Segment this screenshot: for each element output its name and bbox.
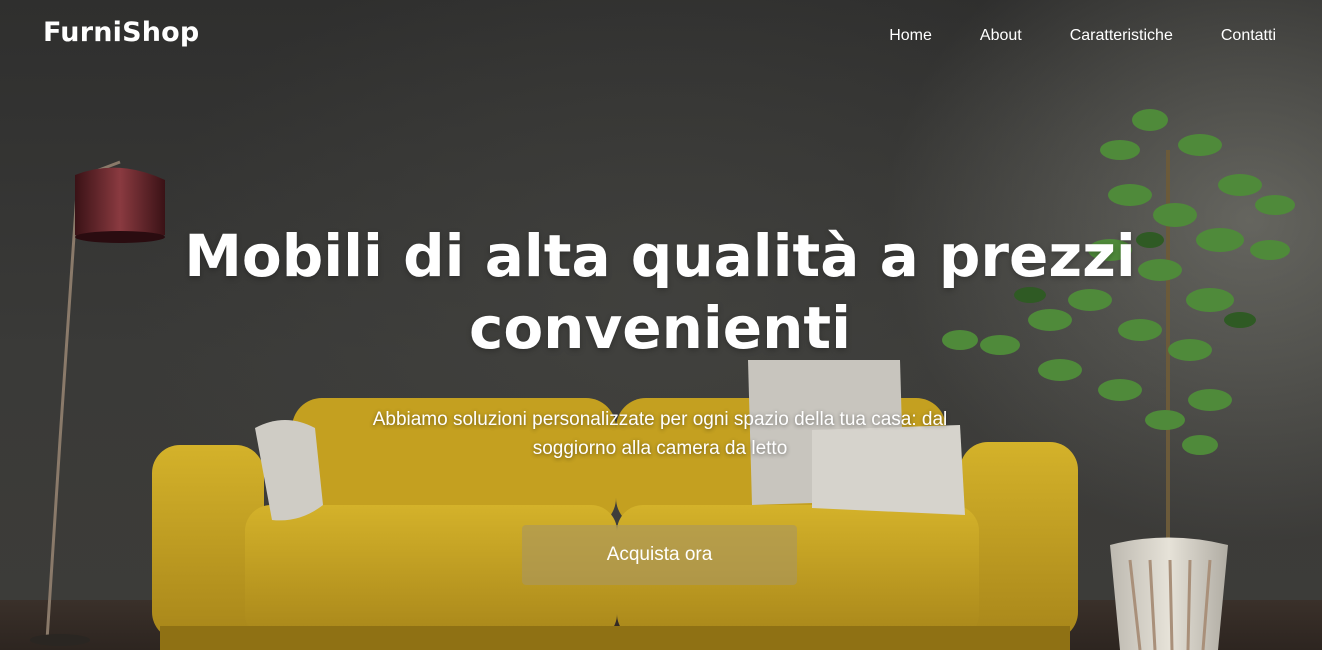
navbar: FurniShop Home About Caratteristiche Con…	[0, 0, 1322, 72]
nav-link-home[interactable]: Home	[889, 27, 932, 45]
nav-menu: Home About Caratteristiche Contatti	[841, 27, 1276, 45]
shop-now-button[interactable]: Acquista ora	[522, 525, 797, 585]
nav-link-about[interactable]: About	[980, 27, 1022, 45]
hero-section: FurniShop Home About Caratteristiche Con…	[0, 0, 1322, 650]
floor-lamp	[30, 160, 165, 646]
nav-link-caratteristiche[interactable]: Caratteristiche	[1070, 27, 1173, 45]
hero-subtitle: Abbiamo soluzioni personalizzate per ogn…	[372, 409, 948, 459]
brand-logo[interactable]: FurniShop	[43, 17, 199, 48]
hero-title: Mobili di alta qualità a prezzi convenie…	[184, 222, 1136, 362]
nav-link-contatti[interactable]: Contatti	[1221, 27, 1276, 45]
